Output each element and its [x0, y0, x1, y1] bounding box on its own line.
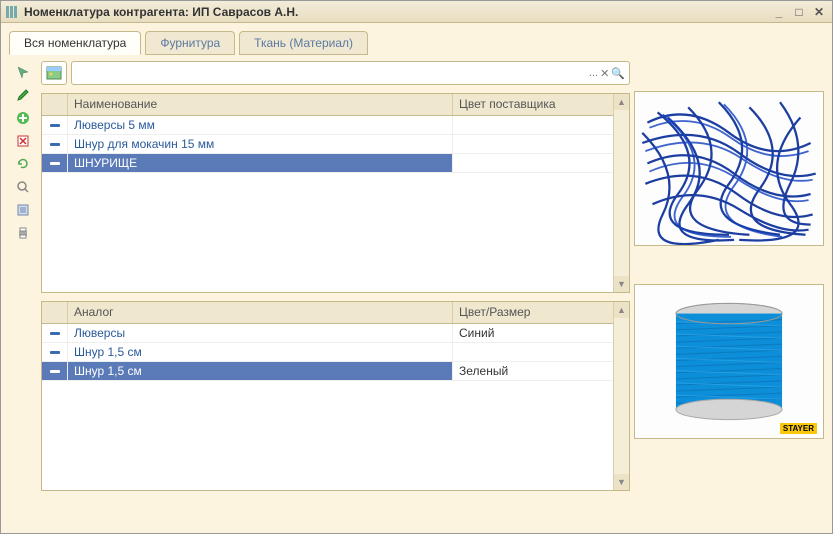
scroll-down-icon[interactable]: ▼ — [614, 276, 629, 292]
rope-image — [635, 92, 823, 245]
app-icon — [5, 5, 19, 19]
list-icon[interactable] — [13, 201, 33, 219]
col-supplier-color[interactable]: Цвет поставщика — [453, 94, 613, 115]
brand-badge: STAYER — [780, 423, 817, 434]
search-clear-icon[interactable]: ✕ — [600, 67, 609, 80]
search-go-icon[interactable]: 🔍 — [611, 67, 625, 80]
main-area: ... ✕ 🔍 Наименование Цвет поставщика — [9, 61, 824, 525]
col-name[interactable]: Наименование — [68, 94, 453, 115]
minimize-button[interactable]: _ — [770, 4, 788, 20]
delete-icon[interactable] — [13, 132, 33, 150]
titlebar: Номенклатура контрагента: ИП Саврасов А.… — [1, 1, 832, 23]
print-icon[interactable] — [13, 224, 33, 242]
search-row: ... ✕ 🔍 — [41, 61, 630, 85]
close-button[interactable]: ✕ — [810, 4, 828, 20]
table-row[interactable]: Люверсы Синий — [42, 324, 613, 343]
search-controls: ... ✕ 🔍 — [589, 67, 629, 80]
edit-icon[interactable] — [13, 86, 33, 104]
col-marker — [42, 302, 68, 323]
window-title: Номенклатура контрагента: ИП Саврасов А.… — [24, 5, 768, 19]
bottom-scrollbar[interactable]: ▲ ▼ — [613, 302, 629, 490]
table-row[interactable]: Шнур для мокачин 15 мм — [42, 135, 613, 154]
table-row[interactable]: Шнур 1,5 см — [42, 343, 613, 362]
app-window: Номенклатура контрагента: ИП Саврасов А.… — [0, 0, 833, 534]
center-column: ... ✕ 🔍 Наименование Цвет поставщика — [41, 61, 630, 525]
tab-furniture[interactable]: Фурнитура — [145, 31, 235, 55]
col-color-size[interactable]: Цвет/Размер — [453, 302, 613, 323]
scroll-down-icon[interactable]: ▼ — [614, 474, 629, 490]
refresh-icon[interactable] — [13, 155, 33, 173]
image-filter-button[interactable] — [41, 61, 67, 85]
add-icon[interactable] — [13, 109, 33, 127]
col-marker — [42, 94, 68, 115]
table-row[interactable]: ШНУРИЩЕ — [42, 154, 613, 173]
table-row[interactable]: Шнур 1,5 см Зеленый — [42, 362, 613, 381]
select-icon[interactable] — [13, 63, 33, 81]
top-grid: Наименование Цвет поставщика Люверсы 5 м… — [41, 93, 630, 293]
tabs-bar: Вся номенклатура Фурнитура Ткань (Матери… — [9, 31, 824, 55]
tab-all-nomenclature[interactable]: Вся номенклатура — [9, 31, 141, 55]
bottom-preview: STAYER — [634, 284, 824, 439]
top-preview — [634, 91, 824, 246]
top-grid-header: Наименование Цвет поставщика — [42, 94, 613, 116]
tab-fabric[interactable]: Ткань (Материал) — [239, 31, 368, 55]
scroll-up-icon[interactable]: ▲ — [614, 302, 629, 318]
search-more-icon[interactable]: ... — [589, 67, 598, 79]
spool-image — [635, 285, 823, 438]
content-area: Вся номенклатура Фурнитура Ткань (Матери… — [1, 23, 832, 533]
bottom-grid-header: Аналог Цвет/Размер — [42, 302, 613, 324]
maximize-button[interactable]: □ — [790, 4, 808, 20]
right-column: STAYER — [634, 61, 824, 525]
table-row[interactable]: Люверсы 5 мм — [42, 116, 613, 135]
left-toolbar — [9, 61, 37, 525]
top-grid-body: Люверсы 5 мм Шнур для мокачин 15 мм ШНУР — [42, 116, 613, 292]
search-box: ... ✕ 🔍 — [71, 61, 630, 85]
bottom-grid-body: Люверсы Синий Шнур 1,5 см Шнур 1,5 см — [42, 324, 613, 490]
scroll-up-icon[interactable]: ▲ — [614, 94, 629, 110]
search-input[interactable] — [72, 66, 589, 80]
col-analog[interactable]: Аналог — [68, 302, 453, 323]
bottom-grid: Аналог Цвет/Размер Люверсы Синий — [41, 301, 630, 491]
find-icon[interactable] — [13, 178, 33, 196]
top-scrollbar[interactable]: ▲ ▼ — [613, 94, 629, 292]
